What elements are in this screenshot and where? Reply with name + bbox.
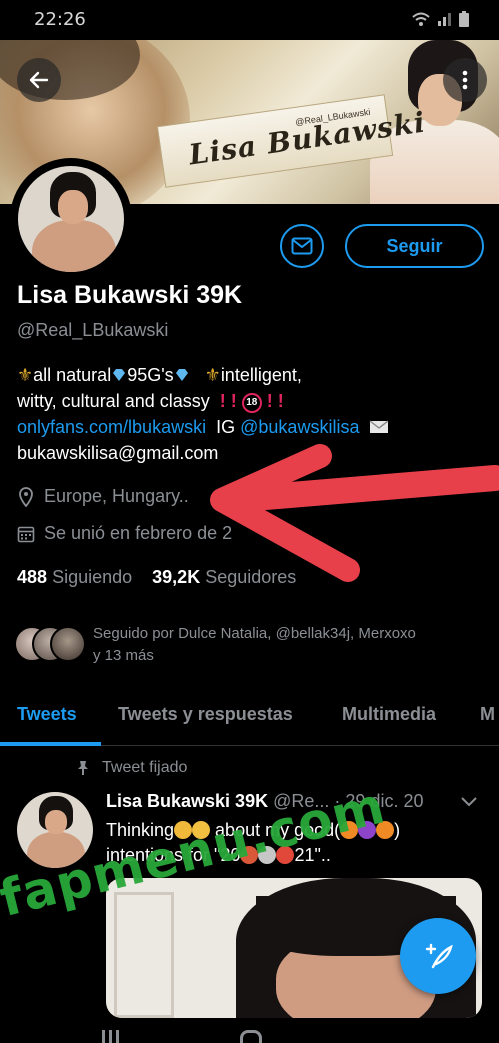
envelope-icon (370, 420, 389, 433)
chevron-down-icon[interactable] (458, 792, 480, 810)
following-count: 488 (17, 567, 48, 587)
followed-by-avatars[interactable] (14, 626, 88, 662)
recent-apps-icon[interactable] (100, 1030, 122, 1043)
more-options-button[interactable] (443, 58, 487, 102)
gem-icon (113, 369, 126, 381)
compose-tweet-button[interactable] (400, 918, 476, 994)
followed-by-line: y 13 más (93, 647, 154, 664)
followed-by-text[interactable]: Seguido por Dulce Natalia, @bellak34j, M… (93, 623, 473, 667)
back-button[interactable] (17, 58, 61, 102)
following-link[interactable]: 488 Siguiendo (17, 567, 132, 587)
tweet-text-part: ) (394, 820, 401, 840)
bio-line-4: bukawskilisa@gmail.com (17, 440, 487, 466)
bio-email: bukawskilisa@gmail.com (17, 443, 219, 463)
mail-icon (291, 237, 313, 255)
bio-line-2: witty, cultural and classy ! ! 18 ! ! (17, 388, 487, 414)
age-restriction-icon: 18 (241, 393, 262, 413)
avatar-image (18, 166, 124, 272)
more-vertical-icon (462, 70, 468, 90)
follow-button[interactable]: Seguir (345, 224, 484, 268)
avatar-face (58, 190, 88, 224)
profile-tabs: Tweets Tweets y respuestas Multimedia M (0, 696, 499, 746)
status-time: 22:26 (34, 9, 86, 30)
signal-icon (438, 13, 451, 26)
pinned-text: Tweet fijado (102, 759, 188, 776)
follow-counts: 488 Siguiendo 39,2K Seguidores (17, 567, 296, 588)
media-background (114, 892, 174, 1018)
tab-tweets-and-replies[interactable]: Tweets y respuestas (118, 704, 293, 725)
exclamation-marks: ! ! (266, 391, 284, 411)
avatar-body (32, 220, 116, 272)
display-name: Lisa Bukawski 39K (17, 281, 243, 309)
compose-feather-icon (425, 943, 453, 969)
profile-bio: ⚜all natural 95G's ⚜intelligent, witty, c… (17, 362, 487, 466)
profile-joined-date: Se unió en febrero de 2 (17, 523, 232, 544)
exclamation-marks: ! ! (219, 391, 237, 411)
followers-link[interactable]: 39,2K Seguidores (152, 567, 296, 587)
following-label: Siguiendo (52, 567, 133, 587)
bio-text: intelligent, (220, 365, 302, 385)
followers-label: Seguidores (205, 567, 297, 587)
tab-tweets[interactable]: Tweets (17, 704, 77, 725)
fleur-de-lis-icon: ⚜ (204, 365, 221, 385)
joined-text: Se unió en febrero de 2 (44, 523, 233, 543)
status-icons (411, 11, 469, 27)
pin-icon (78, 761, 88, 775)
ig-label: IG (216, 417, 236, 437)
pinned-tweet-label: Tweet fijado (76, 759, 187, 777)
android-nav-bar (0, 1018, 499, 1043)
avatar-face (45, 810, 67, 834)
location-pin-icon (19, 486, 33, 507)
profile-handle: @Real_LBukawski (17, 320, 169, 340)
message-button[interactable] (280, 224, 324, 268)
tab-likes[interactable]: M (480, 704, 495, 725)
bio-line-1: ⚜all natural 95G's ⚜intelligent, (17, 362, 487, 388)
status-bar: 22:26 (0, 0, 499, 40)
fleur-de-lis-icon: ⚜ (17, 365, 34, 385)
bio-text: witty, cultural and classy (17, 391, 210, 411)
wifi-icon (412, 12, 430, 26)
bio-line-3: onlyfans.com/lbukawski IG @bukawskilisa (17, 414, 487, 440)
home-nav-icon[interactable] (240, 1030, 262, 1043)
instagram-handle-link[interactable]: @bukawskilisa (240, 417, 359, 437)
followers-count: 39,2K (152, 567, 201, 587)
battery-icon (459, 11, 469, 27)
bio-text: all natural (33, 365, 112, 385)
tweet-author-name[interactable]: Lisa Bukawski 39K (106, 791, 268, 811)
followed-by-line: Seguido por Dulce Natalia, @bellak34j, M… (93, 625, 416, 642)
tab-media[interactable]: Multimedia (342, 704, 436, 725)
arrow-left-icon (29, 71, 49, 89)
onlyfans-link[interactable]: onlyfans.com/lbukawski (17, 417, 206, 437)
gem-icon (175, 369, 188, 381)
profile-location: Europe, Hungary.. (17, 486, 189, 507)
location-text: Europe, Hungary.. (44, 486, 189, 506)
active-tab-indicator (0, 742, 101, 746)
calendar-icon (17, 526, 35, 542)
profile-avatar[interactable] (10, 158, 132, 280)
bio-text: 95G's (127, 365, 174, 385)
avatar (50, 626, 86, 662)
